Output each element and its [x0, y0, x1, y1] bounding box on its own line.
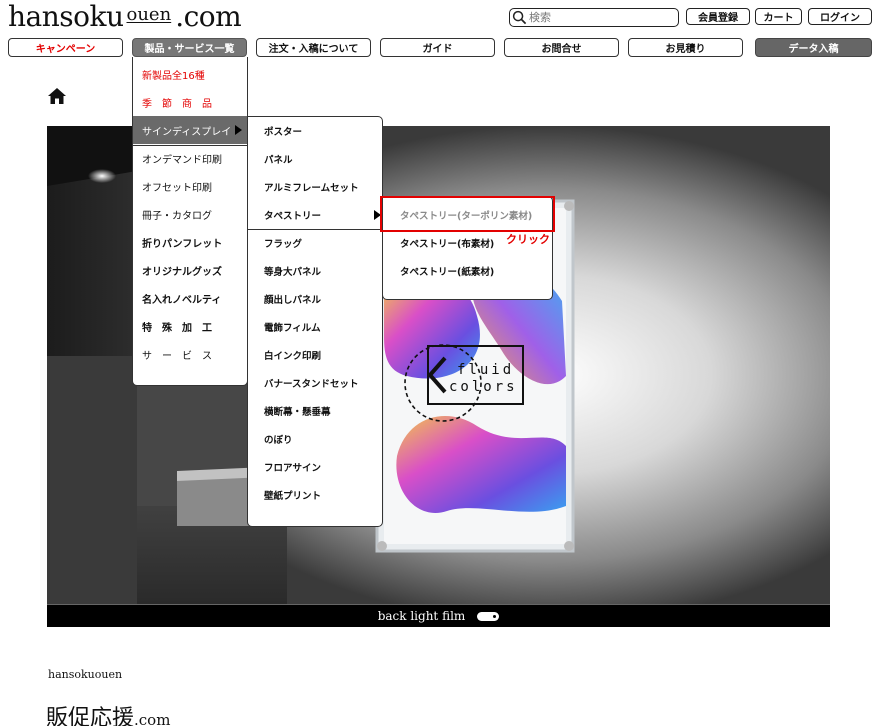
search-box[interactable] — [509, 8, 679, 27]
menu2-item-face-panel[interactable]: 顔出しパネル — [248, 285, 382, 313]
site-logo[interactable]: hansoku ouen .com — [8, 0, 242, 34]
menu2-item-floor-sign[interactable]: フロアサイン — [248, 453, 382, 481]
nav-estimate[interactable]: お見積り — [628, 38, 743, 57]
menu3-item-paper[interactable]: タペストリー(紙素材) — [383, 257, 552, 285]
menu1-item-novelty[interactable]: 名入れノベルティ — [133, 284, 247, 312]
global-nav: キャンペーン 製品・サービス一覧 注文・入稿について ガイド お問合せ お見積り… — [8, 38, 872, 57]
menu2-item-flag[interactable]: フラッグ — [248, 229, 382, 257]
menu2-item-label: タペストリー — [264, 211, 322, 222]
chevron-right-icon — [235, 125, 242, 135]
menu1-item-seasonal[interactable]: 季 節 商 品 — [133, 88, 247, 116]
logo-main: hansoku — [8, 0, 124, 33]
nav-contact[interactable]: お問合せ — [504, 38, 619, 57]
register-button[interactable]: 会員登録 — [686, 8, 750, 25]
nav-order[interactable]: 注文・入稿について — [256, 38, 371, 57]
logo-com: .com — [175, 0, 242, 33]
menu1-item-booklet[interactable]: 冊子・カタログ — [133, 200, 247, 228]
menu1-item-goods[interactable]: オリジナルグッズ — [133, 256, 247, 284]
menu1-item-label: サインディスプレイ — [142, 126, 232, 138]
nav-campaign[interactable]: キャンペーン — [8, 38, 123, 57]
footer-logo-kanji: 販促応援 — [46, 706, 135, 726]
menu2-item-backlit-film[interactable]: 電飾フィルム — [248, 313, 382, 341]
menu1-item-offset[interactable]: オフセット印刷 — [133, 172, 247, 200]
logo-mid: ouen — [126, 4, 172, 25]
menu1-item-pamphlet[interactable]: 折りパンフレット — [133, 228, 247, 256]
click-highlight-box — [380, 196, 555, 232]
search-input[interactable] — [529, 11, 669, 24]
menu2-item-tapestry[interactable]: タペストリー — [248, 201, 382, 229]
hero-caption-bar: back light film — [47, 604, 830, 627]
menu1-item-sign-display[interactable]: サインディスプレイ — [133, 116, 247, 144]
nav-products[interactable]: 製品・サービス一覧 — [132, 38, 247, 57]
menu1-item-ondemand[interactable]: オンデマンド印刷 — [133, 144, 247, 172]
menu2-item-banner[interactable]: 横断幕・懸垂幕 — [248, 397, 382, 425]
poster-text-colors: colors — [449, 379, 518, 395]
search-icon — [512, 10, 527, 25]
nav-guide[interactable]: ガイド — [380, 38, 495, 57]
footer-brand: hansokuouen — [48, 668, 123, 681]
menu1-item-special[interactable]: 特 殊 加 工 — [133, 312, 247, 340]
hero-caption: back light film — [377, 609, 466, 623]
poster-text-fluid: fluid — [457, 362, 515, 378]
sign-display-submenu: ポスター パネル アルミフレームセット タペストリー フラッグ 等身大パネル 顔… — [247, 116, 383, 527]
menu2-item-poster[interactable]: ポスター — [248, 117, 382, 145]
slider-toggle[interactable] — [477, 611, 500, 621]
menu2-item-lifesize-panel[interactable]: 等身大パネル — [248, 257, 382, 285]
menu1-item-new[interactable]: 新製品全16種 — [133, 60, 247, 88]
nav-data-upload[interactable]: データ入稿 — [755, 38, 872, 57]
menu2-item-panel[interactable]: パネル — [248, 145, 382, 173]
menu1-item-service[interactable]: サ ー ビ ス — [133, 340, 247, 368]
menu2-item-aluminum-frame[interactable]: アルミフレームセット — [248, 173, 382, 201]
footer-logo-com: .com — [134, 711, 171, 726]
menu2-item-banner-stand[interactable]: バナースタンドセット — [248, 369, 382, 397]
cart-button[interactable]: カート — [755, 8, 802, 25]
products-dropdown: 新製品全16種 季 節 商 品 サインディスプレイ オンデマンド印刷 オフセット… — [132, 57, 248, 386]
login-button[interactable]: ログイン — [808, 8, 872, 25]
menu2-item-white-ink[interactable]: 白インク印刷 — [248, 341, 382, 369]
menu2-item-wallpaper[interactable]: 壁紙プリント — [248, 481, 382, 509]
home-icon[interactable] — [48, 88, 66, 104]
footer-logo[interactable]: 販促応援.com — [46, 700, 170, 726]
click-annotation: クリック — [506, 233, 550, 246]
menu2-item-nobori[interactable]: のぼり — [248, 425, 382, 453]
